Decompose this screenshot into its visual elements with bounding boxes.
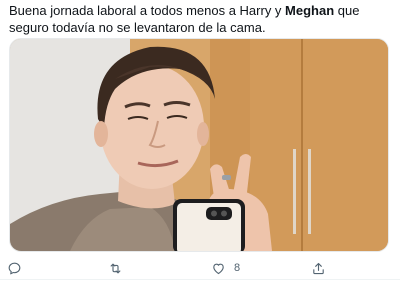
heart-icon (213, 263, 224, 274)
retweet-icon (110, 263, 121, 273)
reply-icon (8, 262, 21, 274)
divider (0, 279, 400, 280)
tweet-photo[interactable] (9, 38, 389, 252)
mention-meghan: Meghan (285, 3, 335, 18)
like-button[interactable]: 8 (211, 258, 240, 278)
share-button[interactable] (311, 258, 334, 278)
reply-button[interactable] (7, 258, 30, 278)
retweet-button[interactable] (108, 258, 131, 278)
tweet-text-start: Buena jornada laboral a todos menos a Ha… (9, 3, 286, 18)
tweet-actions: 8 (0, 256, 400, 280)
share-icon (313, 262, 324, 274)
like-count: 8 (234, 262, 241, 274)
selfie-image (10, 39, 388, 251)
tweet-text: Buena jornada laboral a todos menos a Ha… (9, 2, 395, 36)
